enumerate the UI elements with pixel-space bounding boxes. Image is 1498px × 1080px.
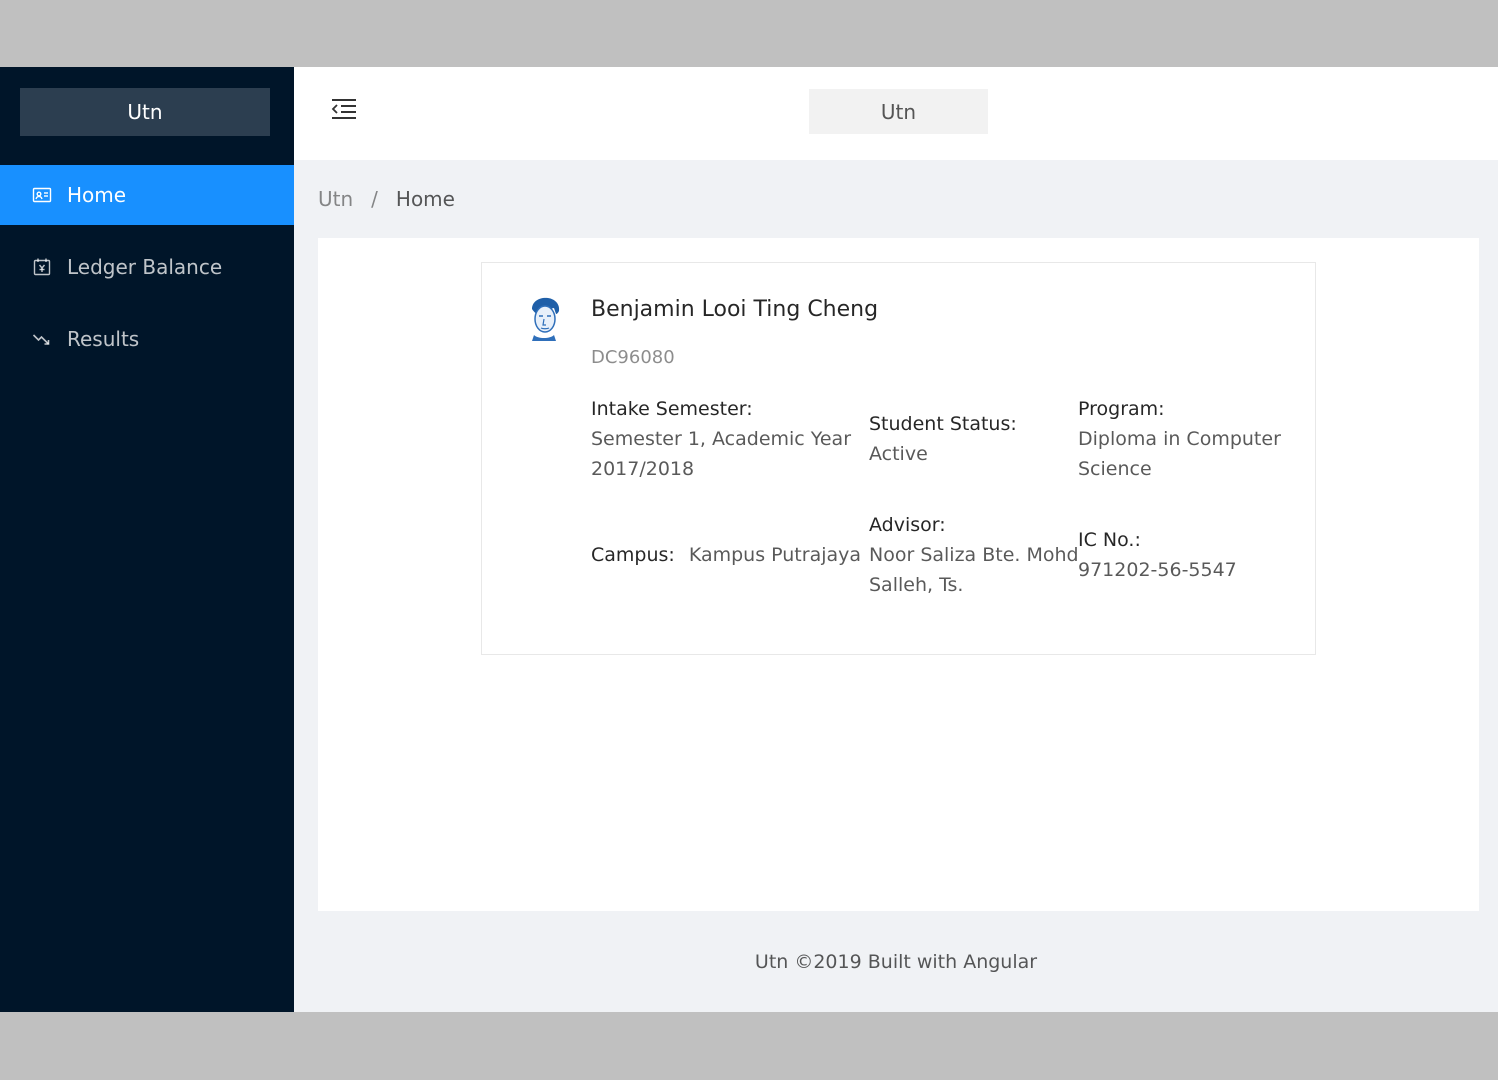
- logo[interactable]: Utn: [20, 88, 270, 136]
- footer: Utn ©2019 Built with Angular: [294, 911, 1498, 1012]
- student-status-value: Active: [869, 443, 928, 465]
- idcard-icon: [31, 184, 53, 206]
- header: Utn: [294, 67, 1498, 160]
- avatar: [522, 295, 566, 343]
- ic-number-value: 971202-56-5547: [1078, 559, 1237, 581]
- student-name: Benjamin Looi Ting Cheng: [591, 297, 879, 322]
- breadcrumb: Utn / Home: [294, 160, 1498, 238]
- program-field: Program: Diploma in Computer Science: [1078, 394, 1293, 484]
- program-label: Program:: [1078, 398, 1165, 420]
- breadcrumb-item-home: Home: [395, 187, 455, 211]
- intake-semester-value: Semester 1, Academic Year 2017/2018: [591, 428, 852, 480]
- program-value: Diploma in Computer Science: [1078, 428, 1281, 480]
- sidebar-item-label: Ledger Balance: [67, 255, 223, 279]
- fall-icon: [31, 328, 53, 350]
- sidebar-item-home[interactable]: Home: [0, 165, 294, 225]
- ic-number-field: IC No.: 971202-56-5547: [1078, 525, 1293, 585]
- ic-number-label: IC No.:: [1078, 529, 1141, 551]
- intake-semester-field: Intake Semester: Semester 1, Academic Ye…: [591, 394, 851, 484]
- header-title: Utn: [809, 89, 988, 134]
- student-status-label: Student Status:: [869, 413, 1017, 435]
- sidebar-item-label: Results: [67, 327, 140, 351]
- student-status-field: Student Status: Active: [869, 409, 1069, 469]
- campus-value: Kampus Putrajaya: [688, 544, 862, 566]
- advisor-label: Advisor:: [869, 514, 946, 536]
- breadcrumb-item-utn[interactable]: Utn: [318, 187, 353, 211]
- footer-text: Utn ©2019 Built with Angular: [754, 950, 1038, 973]
- menu-fold-icon[interactable]: [330, 95, 358, 123]
- breadcrumb-separator: /: [371, 187, 378, 211]
- sidebar-item-results[interactable]: Results: [0, 309, 294, 369]
- content-panel: Benjamin Looi Ting Cheng DC96080 Intake …: [318, 238, 1479, 911]
- campus-label: Campus:: [591, 544, 675, 566]
- main-area: Utn Utn / Home Benjamin Looi Ting Cheng …: [294, 67, 1498, 1012]
- advisor-value: Noor Saliza Bte. Mohd Salleh, Ts.: [869, 544, 1079, 596]
- sidebar-item-label: Home: [67, 183, 127, 207]
- calendar-icon: [31, 256, 53, 278]
- campus-field: Campus: Kampus Putrajaya: [591, 540, 871, 570]
- intake-semester-label: Intake Semester:: [591, 398, 753, 420]
- sidebar-item-ledger-balance[interactable]: Ledger Balance: [0, 237, 294, 297]
- profile-card: Benjamin Looi Ting Cheng DC96080 Intake …: [481, 262, 1316, 655]
- sidebar-menu: Home Ledger Balance Results: [0, 165, 294, 369]
- student-id: DC96080: [591, 347, 675, 368]
- sidebar: Utn Home Ledger Balance Results: [0, 67, 294, 1012]
- advisor-field: Advisor: Noor Saliza Bte. Mohd Salleh, T…: [869, 510, 1084, 600]
- app-layout: Utn Home Ledger Balance Results Utn Utn …: [0, 67, 1498, 1012]
- logo-container: Utn: [0, 67, 294, 165]
